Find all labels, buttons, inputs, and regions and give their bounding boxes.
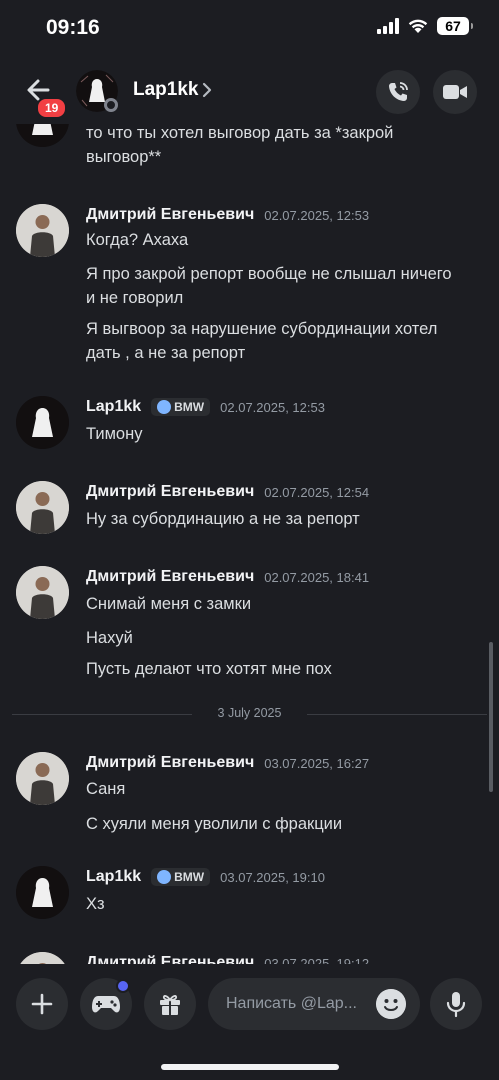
date-divider-label: 3 July 2025 — [217, 706, 282, 720]
user-avatar[interactable] — [16, 752, 69, 805]
author-name[interactable]: Lap1kk — [86, 398, 141, 416]
server-tag-label: BMW — [174, 400, 205, 414]
user-avatar[interactable] — [16, 204, 69, 257]
timestamp: 03.07.2025, 16:27 — [264, 755, 370, 771]
timestamp: 02.07.2025, 18:41 — [264, 569, 370, 585]
chevron-right-icon[interactable] — [202, 82, 212, 98]
message-text: Тимону — [86, 425, 143, 443]
message-text: Когда? Ахаха — [86, 231, 189, 249]
message-text: Саня — [86, 780, 126, 798]
server-tag-label: BMW — [174, 870, 205, 884]
message-header: Дмитрий Евгеньевич 02.07.2025, 12:54 — [86, 483, 369, 501]
gamepad-icon — [92, 996, 120, 1013]
skull-icon — [157, 870, 172, 884]
emoji-icon[interactable] — [376, 989, 406, 1019]
author-name[interactable]: Дмитрий Евгеньевич — [86, 206, 254, 224]
message-text: Пусть делают что хотят мне пох — [86, 660, 332, 678]
plus-icon — [31, 993, 53, 1015]
message-header: Дмитрий Евгеньевич 02.07.2025, 12:53 — [86, 206, 369, 224]
phone-icon — [389, 82, 408, 101]
message-text: то что ты хотел выговор дать за *закрой — [86, 124, 394, 142]
status-bar: 09:16 67 — [0, 0, 499, 56]
status-icons: 67 — [377, 17, 473, 35]
message-input[interactable] — [226, 991, 376, 1017]
timestamp: 02.07.2025, 12:54 — [264, 484, 370, 500]
scrollbar[interactable] — [489, 642, 493, 792]
user-avatar[interactable] — [16, 866, 69, 919]
author-name[interactable]: Дмитрий Евгеньевич — [86, 954, 254, 964]
message-header: Дмитрий Евгеньевич 03.07.2025, 16:27 — [86, 754, 369, 772]
signal-icon — [377, 18, 399, 34]
message-header: Lap1kk BMW 02.07.2025, 12:53 — [86, 398, 325, 416]
message-list[interactable]: то что ты хотел выговор дать за *закрой … — [0, 124, 499, 964]
timestamp: 03.07.2025, 19:10 — [220, 869, 325, 885]
message-input-container[interactable] — [208, 978, 420, 1030]
voice-call-button[interactable] — [376, 70, 420, 114]
home-indicator[interactable] — [161, 1064, 339, 1070]
user-avatar[interactable] — [16, 124, 69, 147]
message-text: и не говорил — [86, 289, 184, 307]
message-text: Я про закрой репорт вообще не слышал нич… — [86, 265, 452, 283]
user-avatar[interactable] — [16, 952, 69, 964]
composer-bar — [0, 964, 499, 1080]
voice-message-button[interactable] — [430, 978, 482, 1030]
author-name[interactable]: Дмитрий Евгеньевич — [86, 483, 254, 501]
microphone-icon — [446, 992, 466, 1018]
timestamp: 02.07.2025, 12:53 — [264, 207, 370, 223]
chat-header: 19 Lap1kk — [0, 60, 499, 124]
timestamp: 02.07.2025, 12:53 — [220, 399, 325, 415]
video-icon — [443, 85, 467, 99]
message-text: Хз — [86, 895, 105, 913]
contact-name[interactable]: Lap1kk — [133, 79, 198, 101]
message-header: Дмитрий Евгеньевич 03.07.2025, 19:12 — [86, 954, 369, 964]
user-avatar[interactable] — [16, 481, 69, 534]
message-text: выговор** — [86, 148, 162, 166]
presence-indicator — [104, 98, 118, 112]
battery-icon: 67 — [437, 17, 473, 35]
author-name[interactable]: Дмитрий Евгеньевич — [86, 568, 254, 586]
author-name[interactable]: Lap1kk — [86, 868, 141, 886]
status-time: 09:16 — [46, 16, 100, 39]
gift-button[interactable] — [144, 978, 196, 1030]
gift-icon — [160, 995, 180, 1015]
message-text: Я выгвоор за нарушение субординации хоте… — [86, 320, 438, 338]
author-name[interactable]: Дмитрий Евгеньевич — [86, 754, 254, 772]
message-text: Ну за субординацию а не за репорт — [86, 510, 360, 528]
add-attachment-button[interactable] — [16, 978, 68, 1030]
message-header: Дмитрий Евгеньевич 02.07.2025, 18:41 — [86, 568, 369, 586]
message-text: Снимай меня с замки — [86, 595, 252, 613]
skull-icon — [157, 400, 172, 414]
message-text: Нахуй — [86, 629, 133, 647]
activity-notification-dot — [116, 979, 130, 993]
message-header: Lap1kk BMW 03.07.2025, 19:10 — [86, 868, 325, 886]
user-avatar[interactable] — [16, 566, 69, 619]
message-text: С хуяли меня уволили с фракции — [86, 815, 343, 833]
server-tag[interactable]: BMW — [151, 398, 211, 416]
message-text: дать , а не за репорт — [86, 344, 246, 362]
user-avatar[interactable] — [16, 396, 69, 449]
unread-badge: 19 — [36, 97, 68, 119]
wifi-icon — [408, 19, 428, 33]
date-divider: 3 July 2025 — [12, 704, 487, 724]
timestamp: 03.07.2025, 19:12 — [264, 955, 370, 965]
server-tag[interactable]: BMW — [151, 868, 211, 886]
video-call-button[interactable] — [433, 70, 477, 114]
